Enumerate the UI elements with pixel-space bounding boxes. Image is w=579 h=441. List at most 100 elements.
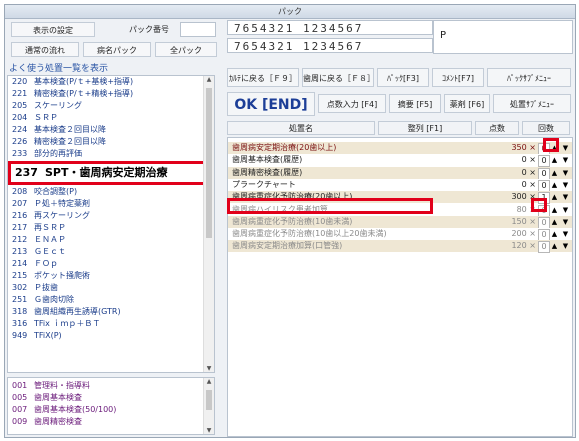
scroll-up-icon[interactable]: ▲: [204, 378, 214, 385]
item-label: 基本検査２回目以降: [34, 125, 106, 134]
list-item[interactable]: 208 咬合調整(P): [8, 186, 214, 198]
pack-button[interactable]: ﾊﾟｯｸ[F3]: [377, 68, 429, 87]
quantity-field[interactable]: 0: [538, 241, 550, 254]
decrement-down-icon[interactable]: ▼: [561, 205, 570, 215]
list-item[interactable]: 233 部分的再評価: [8, 148, 214, 160]
pack-number-input[interactable]: [180, 22, 216, 37]
decrement-down-icon[interactable]: ▼: [561, 143, 570, 153]
decrement-down-icon[interactable]: ▼: [561, 217, 570, 227]
disease-pack-button[interactable]: 病名パック: [83, 42, 151, 57]
treatment-points: 0 ×: [496, 154, 536, 166]
quantity-field[interactable]: 0: [538, 179, 550, 192]
col-header-count: 回数: [522, 121, 570, 135]
list-item[interactable]: 221 精密検査(P/ｔ+精検+指導): [8, 88, 214, 100]
list-item[interactable]: 205 スケーリング: [8, 100, 214, 112]
frequent-treatments-list: 220 基本検査(P/ｔ+基検+指導) 221 精密検査(P/ｔ+精検+指導) 205 ス…: [7, 75, 215, 373]
back-to-perio-button[interactable]: 歯周に戻る［Ｆ８］: [302, 68, 374, 87]
item-label: 歯周精密検査: [34, 417, 82, 426]
item-code: 213: [12, 247, 28, 256]
table-row[interactable]: プラークチャート 0 × 0 ▲ ▼: [228, 178, 572, 192]
decrement-down-icon[interactable]: ▼: [561, 229, 570, 239]
points-value: 80: [516, 204, 527, 214]
decrement-down-icon[interactable]: ▼: [561, 192, 570, 202]
table-row[interactable]: 歯周病安定期治療加算(口管強) 120 × 0 ▲ ▼: [228, 240, 572, 254]
decrement-down-icon[interactable]: ▼: [561, 180, 570, 190]
list-item[interactable]: 237 SPT・歯周病安定期治療: [8, 161, 214, 185]
sort-button[interactable]: 整列 [F1]: [378, 121, 472, 135]
scrollbar[interactable]: ▲ ▼: [203, 76, 214, 372]
list-item[interactable]: 215 ポケット掻爬術: [8, 270, 214, 282]
list-item[interactable]: 212 ＥＮＡＰ: [8, 234, 214, 246]
list-item[interactable]: 214 ＦＯｐ: [8, 258, 214, 270]
increment-up-icon[interactable]: ▲: [550, 180, 559, 190]
list-item[interactable]: 220 基本検査(P/ｔ+基検+指導): [8, 76, 214, 88]
list-item[interactable]: 251 Ｇ歯肉切除: [8, 294, 214, 306]
increment-up-icon[interactable]: ▲: [550, 217, 559, 227]
increment-up-icon[interactable]: ▲: [550, 155, 559, 165]
list-item[interactable]: 949 TFiX(P): [8, 330, 214, 342]
pack-submenu-button[interactable]: ﾊﾟｯｸｻﾌﾞﾒﾆｭｰ: [487, 68, 571, 87]
increment-up-icon[interactable]: ▲: [550, 205, 559, 215]
increment-up-icon[interactable]: ▲: [550, 241, 559, 251]
scroll-thumb[interactable]: [206, 88, 212, 238]
list-item[interactable]: 001 管理料・指導料: [8, 380, 214, 392]
scrollbar[interactable]: ▲ ▼: [203, 378, 214, 434]
treatment-submenu-button[interactable]: 処置ｻﾌﾞﾒﾆｭｰ: [493, 94, 571, 113]
tooth-chart-lower[interactable]: 7654321 1234567: [227, 38, 433, 53]
list-item[interactable]: 302 Ｐ抜歯: [8, 282, 214, 294]
list-item[interactable]: 226 精密検査２回目以降: [8, 136, 214, 148]
table-row[interactable]: 歯周精密検査(履歴) 0 × 0 ▲ ▼: [228, 166, 572, 180]
item-code: 316: [12, 319, 28, 328]
scroll-thumb[interactable]: [206, 390, 212, 410]
scroll-down-icon[interactable]: ▼: [204, 365, 214, 372]
table-row[interactable]: 歯周病重症化予防治療(10歯未満) 150 × 0 ▲ ▼: [228, 215, 572, 229]
increment-up-icon[interactable]: ▲: [550, 229, 559, 239]
normal-flow-button[interactable]: 通常の流れ: [11, 42, 79, 57]
table-row[interactable]: 歯周病重症化予防治療(10歯以上20歯未満) 200 × 0 ▲ ▼: [228, 228, 572, 242]
item-label: Ｐ抜歯: [34, 283, 58, 292]
all-pack-button[interactable]: 全パック: [155, 42, 217, 57]
increment-up-icon[interactable]: ▲: [550, 168, 559, 178]
quantity-field[interactable]: 0: [538, 229, 550, 242]
list-item[interactable]: 207 Ｐ処＋特定薬剤: [8, 198, 214, 210]
points-input-button[interactable]: 点数入力 [F4]: [318, 94, 386, 113]
list-item[interactable]: 204 ＳＲＰ: [8, 112, 214, 124]
list-item[interactable]: 318 歯周組織再生誘導(GTR): [8, 306, 214, 318]
table-row[interactable]: 歯周病安定期治療(20歯以上) 350 × 0 ▲ ▼: [228, 142, 572, 155]
quantity-field[interactable]: 0: [538, 216, 550, 229]
list-item[interactable]: 005 歯周基本検査: [8, 392, 214, 404]
display-settings-button[interactable]: 表示の設定: [11, 22, 95, 37]
p-label: P: [440, 30, 447, 41]
list-item[interactable]: 009 歯周精密検査: [8, 416, 214, 428]
list-item[interactable]: 316 TFix ｉｍｐ＋ＢＴ: [8, 318, 214, 330]
scroll-up-icon[interactable]: ▲: [204, 76, 214, 83]
treatment-points: 0 ×: [496, 179, 536, 191]
quantity-field[interactable]: 0: [538, 167, 550, 180]
item-code: 208: [12, 187, 28, 196]
col-header-name: 処置名: [227, 121, 375, 135]
times-sign: ×: [529, 167, 536, 177]
times-sign: ×: [529, 155, 536, 165]
decrement-down-icon[interactable]: ▼: [561, 168, 570, 178]
list-item[interactable]: 216 再スケーリング: [8, 210, 214, 222]
back-to-chart-button[interactable]: ｶﾙﾃに戻る［Ｆ９］: [227, 68, 299, 87]
decrement-down-icon[interactable]: ▼: [561, 241, 570, 251]
item-label: 再スケーリング: [34, 211, 90, 220]
list-item[interactable]: 213 ＧＥｃｔ: [8, 246, 214, 258]
ok-end-button[interactable]: OK [END]: [227, 92, 315, 116]
comment-button[interactable]: ｺﾒﾝﾄ[F7]: [432, 68, 484, 87]
list-item[interactable]: 224 基本検査２回目以降: [8, 124, 214, 136]
scroll-down-icon[interactable]: ▼: [204, 427, 214, 434]
points-value: 0: [521, 179, 527, 189]
drug-button[interactable]: 薬剤 [F6]: [444, 94, 490, 113]
list-item[interactable]: 007 歯周基本検査(50/100): [8, 404, 214, 416]
treatment-points: 0 ×: [496, 167, 536, 179]
quantity-field[interactable]: 0: [538, 155, 550, 168]
points-value: 150: [511, 216, 527, 226]
summary-button[interactable]: 摘要 [F5]: [389, 94, 441, 113]
increment-up-icon[interactable]: ▲: [550, 192, 559, 202]
table-row[interactable]: 歯周基本検査(履歴) 0 × 0 ▲ ▼: [228, 154, 572, 168]
tooth-chart-upper[interactable]: 7654321 1234567: [227, 20, 433, 35]
list-item[interactable]: 217 再ＳＲＰ: [8, 222, 214, 234]
decrement-down-icon[interactable]: ▼: [561, 155, 570, 165]
